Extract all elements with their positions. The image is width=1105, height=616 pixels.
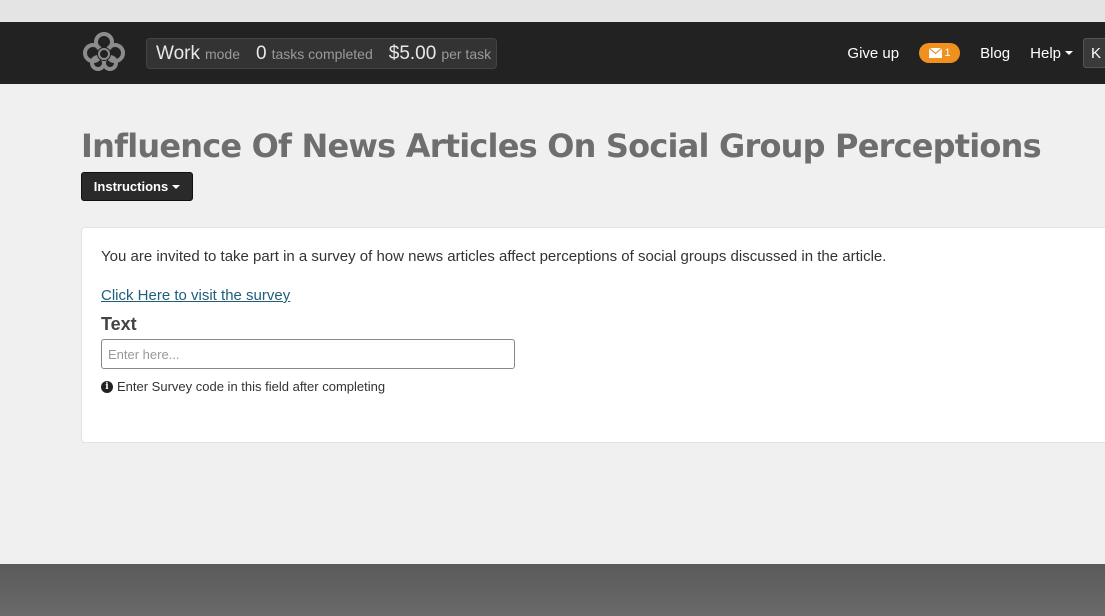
- navbar-right: Give up 1 Blog Help K: [847, 22, 1105, 84]
- top-navbar: Work mode 0 tasks completed $5.00 per ta…: [0, 22, 1105, 84]
- page-title: Influence Of News Articles On Social Gro…: [81, 127, 1042, 165]
- task-panel: You are invited to take part in a survey…: [81, 227, 1105, 443]
- give-up-link[interactable]: Give up: [847, 45, 899, 62]
- survey-code-input[interactable]: [101, 339, 515, 369]
- text-field-label: Text: [101, 314, 137, 334]
- field-hint-text: Enter Survey code in this field after co…: [117, 379, 386, 394]
- site-logo-icon[interactable]: [80, 31, 128, 71]
- chevron-down-icon: [1065, 51, 1073, 55]
- field-hint: i Enter Survey code in this field after …: [101, 379, 385, 394]
- instructions-label: Instructions: [93, 179, 169, 194]
- mode-value: Work: [156, 42, 200, 64]
- info-icon: i: [101, 380, 113, 393]
- help-menu[interactable]: Help: [1030, 45, 1073, 62]
- user-initial: K: [1091, 44, 1102, 62]
- mode-label: mode: [204, 45, 241, 62]
- mail-count: 1: [944, 47, 951, 59]
- tasks-completed-value: 0: [256, 42, 267, 64]
- instructions-button[interactable]: Instructions: [81, 172, 193, 201]
- survey-link[interactable]: Click Here to visit the survey: [101, 287, 290, 304]
- envelope-icon: [928, 48, 942, 58]
- chevron-down-icon: [172, 184, 181, 189]
- work-stats-bar: Work mode 0 tasks completed $5.00 per ta…: [146, 38, 497, 69]
- main-content: Influence Of News Articles On Social Gro…: [0, 84, 1105, 564]
- mail-badge[interactable]: 1: [919, 43, 961, 63]
- page-footer: [0, 564, 1105, 616]
- user-menu-button[interactable]: K: [1083, 38, 1105, 68]
- price-value: $5.00: [388, 42, 437, 64]
- help-label: Help: [1030, 44, 1061, 62]
- blog-link[interactable]: Blog: [980, 45, 1010, 62]
- task-intro-text: You are invited to take part in a survey…: [101, 248, 887, 265]
- browser-top-strip: [0, 0, 1105, 22]
- price-label: per task: [441, 45, 492, 62]
- tasks-completed-label: tasks completed: [271, 45, 373, 62]
